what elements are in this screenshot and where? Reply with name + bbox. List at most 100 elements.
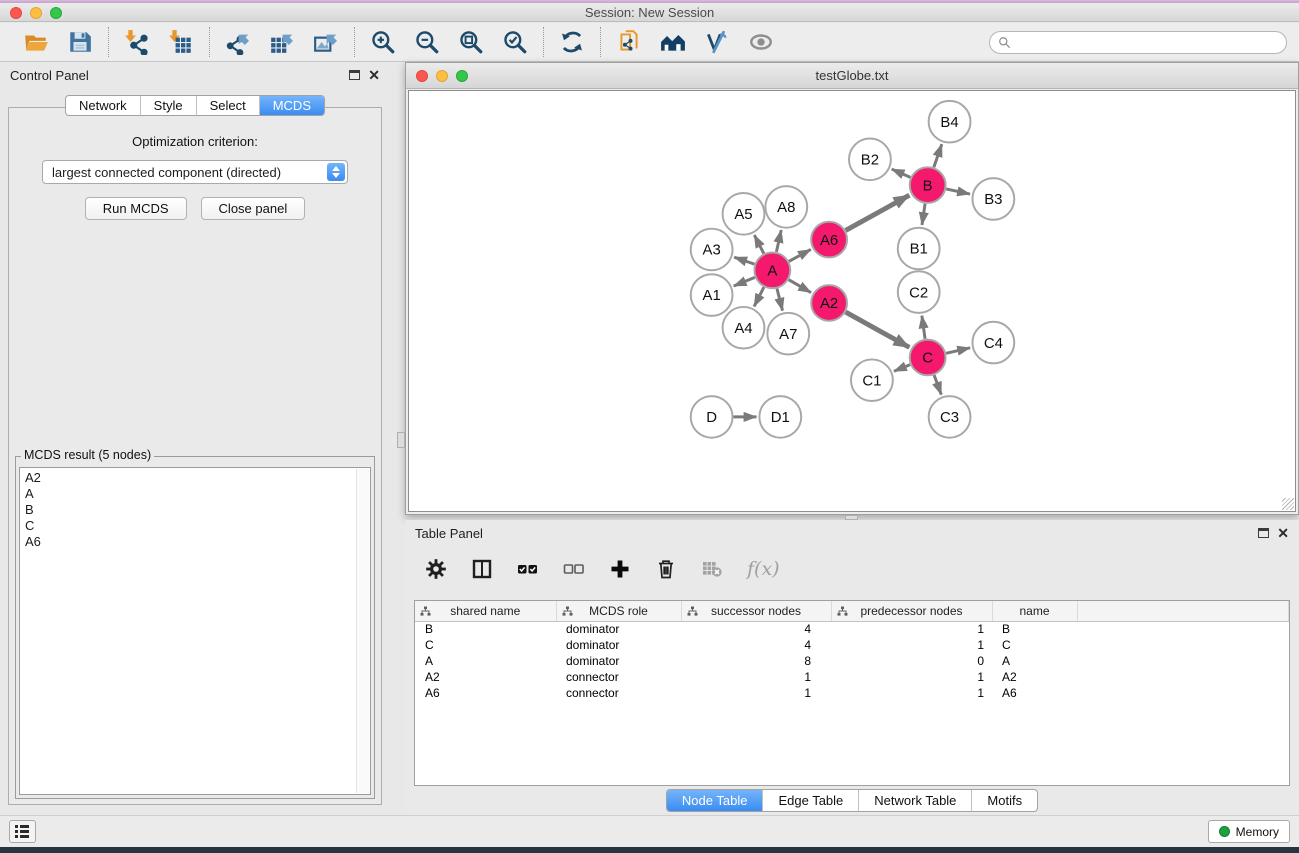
- network-canvas[interactable]: A A1 A2 A3 A4 A5 A6 A7 A8 B B1 B2 B3 B4 …: [408, 90, 1296, 512]
- graph-node-A4[interactable]: A4: [723, 307, 765, 349]
- graph-edge-C-C3[interactable]: [934, 375, 941, 395]
- graph-edge-A-A5[interactable]: [754, 235, 763, 254]
- add-column-icon[interactable]: [609, 558, 631, 580]
- refresh-view-icon[interactable]: [558, 28, 586, 56]
- graph-node-A3[interactable]: A3: [691, 229, 733, 271]
- close-panel-icon[interactable]: ✕: [368, 70, 380, 80]
- graph-node-A1[interactable]: A1: [691, 274, 733, 316]
- tab-mcds[interactable]: MCDS: [259, 96, 324, 115]
- graph-node-D1[interactable]: D1: [759, 396, 801, 438]
- import-table-icon[interactable]: [167, 28, 195, 56]
- tab-edge-table[interactable]: Edge Table: [762, 790, 858, 811]
- zoom-in-icon[interactable]: [369, 28, 397, 56]
- graph-node-C1[interactable]: C1: [851, 359, 893, 401]
- column-header-name[interactable]: name: [992, 601, 1077, 621]
- graph-node-B4[interactable]: B4: [929, 101, 971, 143]
- graph-node-A7[interactable]: A7: [767, 313, 809, 355]
- table-float-panel-icon[interactable]: [1258, 528, 1269, 538]
- column-layout-icon[interactable]: [471, 558, 493, 580]
- graph-edge-B-B2[interactable]: [892, 169, 911, 177]
- search-field[interactable]: [989, 31, 1287, 54]
- unselect-all-icon[interactable]: [563, 558, 585, 580]
- graph-edge-C-C1[interactable]: [894, 365, 910, 372]
- zoom-out-icon[interactable]: [413, 28, 441, 56]
- graph-edge-A-A7[interactable]: [777, 289, 783, 311]
- export-table-icon[interactable]: [268, 28, 296, 56]
- close-panel-button[interactable]: Close panel: [201, 197, 306, 220]
- column-header-successor-nodes[interactable]: successor nodes: [681, 601, 831, 621]
- float-panel-icon[interactable]: [349, 70, 360, 80]
- column-header-shared-name[interactable]: shared name: [415, 601, 556, 621]
- graph-edge-B-B3[interactable]: [946, 189, 970, 194]
- graph-node-B[interactable]: B: [910, 167, 946, 203]
- graph-edge-A-A3[interactable]: [734, 257, 754, 264]
- graph-node-A5[interactable]: A5: [723, 193, 765, 235]
- export-image-icon[interactable]: [312, 28, 340, 56]
- graph-edge-A-A2[interactable]: [789, 280, 811, 293]
- left-splitter-handle[interactable]: [397, 432, 405, 448]
- graph-edge-A-A1[interactable]: [734, 277, 755, 286]
- table-row[interactable]: A6connector11A6: [415, 685, 1289, 701]
- result-item[interactable]: C: [25, 518, 370, 534]
- select-all-icon[interactable]: [517, 558, 539, 580]
- mcds-result-list[interactable]: A2ABCA6: [19, 467, 371, 795]
- tab-motifs[interactable]: Motifs: [971, 790, 1037, 811]
- tab-select[interactable]: Select: [196, 96, 259, 115]
- save-session-icon[interactable]: [66, 28, 94, 56]
- tab-network-table[interactable]: Network Table: [858, 790, 971, 811]
- open-file-icon[interactable]: [22, 28, 50, 56]
- task-history-button[interactable]: [9, 820, 36, 843]
- graph-edge-A-A6[interactable]: [789, 249, 811, 261]
- graph-node-B1[interactable]: B1: [898, 228, 940, 270]
- resize-grip[interactable]: [1282, 498, 1294, 510]
- graph-edge-C-C2[interactable]: [922, 316, 925, 339]
- graph-node-A8[interactable]: A8: [765, 186, 807, 228]
- graph-node-A6[interactable]: A6: [811, 222, 847, 258]
- graph-node-C[interactable]: C: [910, 340, 946, 376]
- graph-edge-C-C4[interactable]: [946, 348, 970, 353]
- graph-edge-B-B4[interactable]: [934, 144, 942, 167]
- table-close-panel-icon[interactable]: ✕: [1277, 528, 1289, 538]
- graph-edge-A2-C[interactable]: [846, 312, 910, 347]
- graph-edge-A6-B[interactable]: [846, 195, 910, 230]
- delete-column-icon[interactable]: [655, 558, 677, 580]
- search-input[interactable]: [1016, 35, 1278, 49]
- clone-network-icon[interactable]: [615, 28, 643, 56]
- table-row[interactable]: A2connector11A2: [415, 669, 1289, 685]
- toggle-details-icon[interactable]: [703, 28, 731, 56]
- result-scrollbar[interactable]: [356, 469, 369, 793]
- result-item[interactable]: A2: [25, 470, 370, 486]
- export-network-icon[interactable]: [224, 28, 252, 56]
- memory-button[interactable]: Memory: [1208, 820, 1290, 843]
- table-row[interactable]: Adominator80A: [415, 653, 1289, 669]
- home-layout-icon[interactable]: [659, 28, 687, 56]
- table-row[interactable]: Cdominator41C: [415, 637, 1289, 653]
- graph-edge-A-A4[interactable]: [754, 287, 764, 306]
- run-mcds-button[interactable]: Run MCDS: [85, 197, 187, 220]
- table-settings-icon[interactable]: [425, 558, 447, 580]
- tab-style[interactable]: Style: [140, 96, 196, 115]
- table-row[interactable]: Bdominator41B: [415, 621, 1289, 637]
- graph-node-A2[interactable]: A2: [811, 285, 847, 321]
- zoom-selected-icon[interactable]: [501, 28, 529, 56]
- graph-edge-A-A8[interactable]: [776, 230, 781, 252]
- tab-network[interactable]: Network: [66, 96, 140, 115]
- graph-node-D[interactable]: D: [691, 396, 733, 438]
- graph-node-C3[interactable]: C3: [929, 396, 971, 438]
- graph-node-B3[interactable]: B3: [972, 178, 1014, 220]
- graph-edge-B-B1[interactable]: [922, 204, 925, 225]
- column-header-predecessor-nodes[interactable]: predecessor nodes: [831, 601, 992, 621]
- result-item[interactable]: A: [25, 486, 370, 502]
- result-item[interactable]: B: [25, 502, 370, 518]
- graph-node-C4[interactable]: C4: [972, 322, 1014, 364]
- graph-node-C2[interactable]: C2: [898, 271, 940, 313]
- zoom-fit-icon[interactable]: [457, 28, 485, 56]
- criterion-dropdown[interactable]: largest connected component (directed): [42, 160, 348, 184]
- result-item[interactable]: A6: [25, 534, 370, 550]
- import-network-icon[interactable]: [123, 28, 151, 56]
- graph-node-A[interactable]: A: [754, 252, 790, 288]
- column-header-MCDS-role[interactable]: MCDS role: [556, 601, 681, 621]
- tab-node-table[interactable]: Node Table: [667, 790, 763, 811]
- toggle-visibility-icon[interactable]: [747, 28, 775, 56]
- graph-node-B2[interactable]: B2: [849, 139, 891, 181]
